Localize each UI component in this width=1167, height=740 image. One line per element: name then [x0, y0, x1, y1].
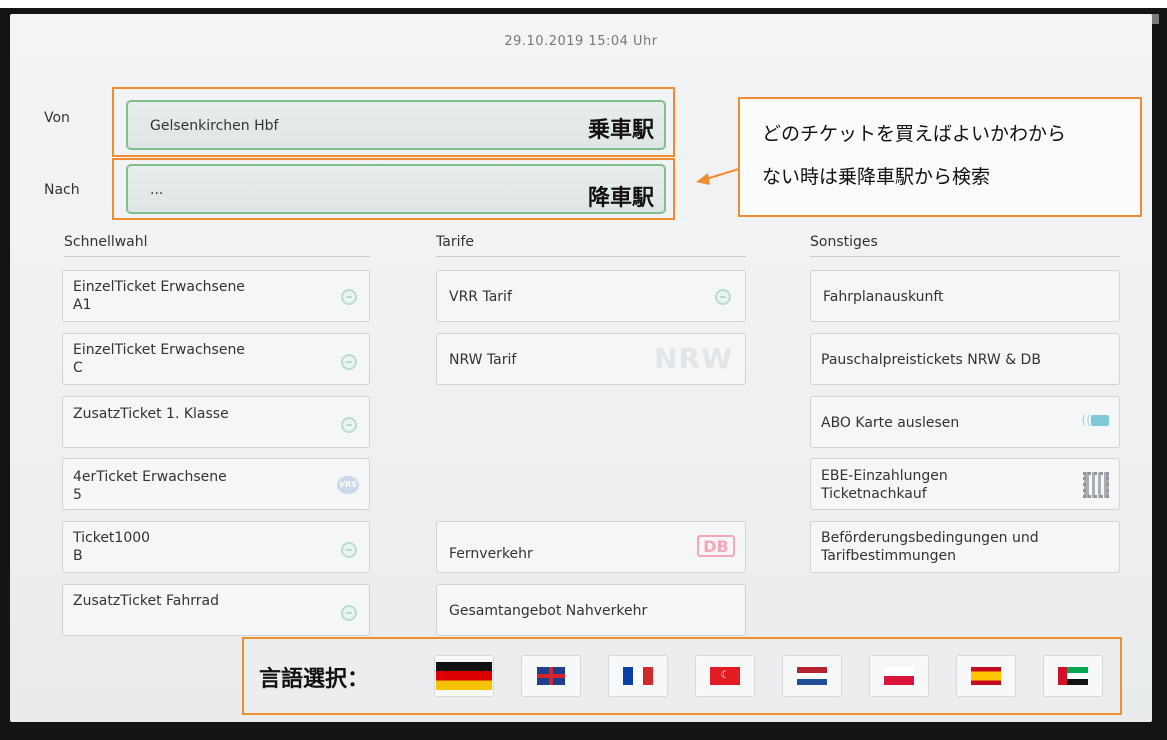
- poland-flag-icon: [884, 667, 914, 685]
- turkish-flag-button[interactable]: ☾: [695, 655, 755, 697]
- arrow-left-icon: [696, 167, 743, 185]
- tile-line2: 5: [73, 487, 82, 503]
- tile-line1: 4erTicket Erwachsene: [73, 469, 227, 485]
- to-station-jp-annotation: 降車駅: [587, 186, 654, 211]
- vrr-icon: [341, 542, 357, 558]
- quick-ticket-zusatz-fahrrad[interactable]: ZusatzTicket Fahrrad: [62, 584, 370, 636]
- vrr-icon: [341, 289, 357, 305]
- german-flag-button[interactable]: [434, 655, 494, 697]
- tile-line1: Beförderungsbedingungen und: [821, 530, 1039, 546]
- tile-label: ABO Karte auslesen: [821, 415, 960, 431]
- spain-flag-icon: [971, 667, 1001, 685]
- from-label: Von: [44, 110, 70, 126]
- to-label: Nach: [44, 182, 80, 198]
- turkey-flag-icon: ☾: [710, 667, 740, 685]
- from-station-field[interactable]: Gelsenkirchen Hbf 乗車駅: [126, 100, 666, 150]
- tile-label: VRR Tarif: [449, 289, 512, 305]
- arabic-flag-button[interactable]: [1043, 655, 1103, 697]
- tariff-gesamtangebot-nahverkehr[interactable]: Gesamtangebot Nahverkehr: [436, 584, 746, 636]
- tile-line2: C: [73, 360, 83, 376]
- screen-bezel: 29.10.2019 15:04 Uhr Von Nach Gelsenkirc…: [0, 0, 1167, 740]
- dutch-flag-button[interactable]: [782, 655, 842, 697]
- vrr-icon: [341, 417, 357, 433]
- german-flag-icon: [436, 662, 492, 690]
- quick-ticket-ticket1000[interactable]: Ticket1000 B: [62, 521, 370, 573]
- english-flag-button[interactable]: [521, 655, 581, 697]
- tile-line1: Ticket1000: [73, 530, 151, 546]
- quick-ticket-4er[interactable]: 4erTicket Erwachsene 5 VRS: [62, 458, 370, 510]
- from-station-value: Gelsenkirchen Hbf: [150, 118, 279, 134]
- tariff-fernverkehr[interactable]: Fernverkehr DB: [436, 521, 746, 573]
- other-pauschalpreistickets[interactable]: Pauschalpreistickets NRW & DB: [810, 333, 1120, 385]
- date-time-display: 29.10.2019 15:04 Uhr: [504, 34, 658, 49]
- hint-line-2: ない時は乗降車駅から検索: [762, 166, 991, 188]
- tile-line1: EinzelTicket Erwachsene: [73, 342, 245, 358]
- from-station-jp-annotation: 乗車駅: [587, 118, 654, 143]
- vrs-icon: VRS: [337, 476, 359, 494]
- tile-line2: A1: [73, 297, 92, 313]
- tile-line2: Tarifbestimmungen: [821, 548, 956, 564]
- vrr-icon: [341, 605, 357, 621]
- netherlands-flag-icon: [797, 667, 827, 685]
- france-flag-icon: [623, 667, 653, 685]
- ticket-machine-screen: 29.10.2019 15:04 Uhr Von Nach Gelsenkirc…: [10, 14, 1152, 722]
- vrr-icon: [715, 289, 731, 305]
- nrw-logo-icon: NRW: [654, 342, 733, 375]
- hint-line-1: どのチケットを買えばよいかわから: [762, 123, 1067, 145]
- other-ebe-einzahlungen[interactable]: EBE-Einzahlungen Ticketnachkauf: [810, 458, 1120, 510]
- tarife-header: Tarife: [436, 234, 746, 257]
- qr-code-icon: [1083, 472, 1109, 498]
- tile-label: Fahrplanauskunft: [823, 289, 944, 305]
- tile-line2: Ticketnachkauf: [821, 486, 927, 502]
- tile-line1: ZusatzTicket 1. Klasse: [73, 406, 229, 422]
- spanish-flag-button[interactable]: [956, 655, 1016, 697]
- tariff-vrr[interactable]: VRR Tarif: [436, 270, 746, 322]
- tile-line1: EBE-Einzahlungen: [821, 468, 948, 484]
- bezel-top-edge: [0, 0, 1167, 8]
- db-logo-icon: DB: [697, 535, 735, 557]
- uae-flag-icon: [1058, 667, 1088, 685]
- hint-annotation-box: どのチケットを買えばよいかわから ない時は乗降車駅から検索: [738, 97, 1142, 217]
- sonstiges-header: Sonstiges: [810, 234, 1120, 257]
- quick-ticket-einzel-a1[interactable]: EinzelTicket Erwachsene A1: [62, 270, 370, 322]
- language-label: 言語選択：: [259, 667, 370, 692]
- tile-line1: EinzelTicket Erwachsene: [73, 279, 245, 295]
- tile-line2: B: [73, 548, 83, 564]
- to-station-field[interactable]: ... 降車駅: [126, 164, 666, 214]
- french-flag-button[interactable]: [608, 655, 668, 697]
- schnellwahl-header: Schnellwahl: [64, 234, 370, 257]
- quick-ticket-zusatz-1-klasse[interactable]: ZusatzTicket 1. Klasse: [62, 396, 370, 448]
- tile-line1: ZusatzTicket Fahrrad: [73, 593, 219, 609]
- tile-label: Gesamtangebot Nahverkehr: [449, 603, 648, 619]
- to-station-value: ...: [150, 182, 164, 198]
- uk-flag-icon: [537, 667, 565, 685]
- tile-label: Fernverkehr: [449, 546, 533, 562]
- tile-label: Pauschalpreistickets NRW & DB: [821, 352, 1041, 368]
- vrr-icon: [341, 354, 357, 370]
- quick-ticket-einzel-c[interactable]: EinzelTicket Erwachsene C: [62, 333, 370, 385]
- other-fahrplanauskunft[interactable]: Fahrplanauskunft: [810, 270, 1120, 322]
- tile-label: NRW Tarif: [449, 352, 517, 368]
- nfc-card-icon: ((: [1082, 413, 1109, 427]
- language-selection-bar: 言語選択： ☾: [242, 637, 1122, 715]
- tariff-nrw[interactable]: NRW Tarif NRW: [436, 333, 746, 385]
- polish-flag-button[interactable]: [869, 655, 929, 697]
- other-abo-karte-auslesen[interactable]: ABO Karte auslesen ((: [810, 396, 1120, 448]
- other-befoerderungsbedingungen[interactable]: Beförderungsbedingungen und Tarifbestimm…: [810, 521, 1120, 573]
